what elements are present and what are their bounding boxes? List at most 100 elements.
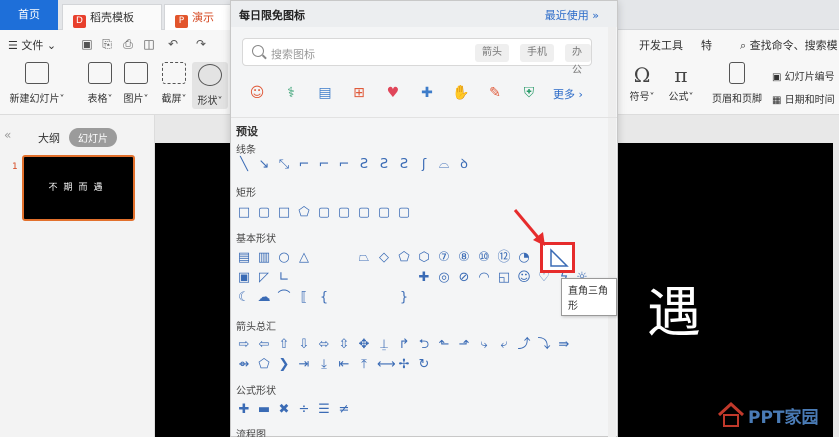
freeform-icon[interactable]: ⌓ [437, 158, 451, 172]
curved-connector-icon[interactable]: Ƨ [357, 158, 371, 172]
donut-icon[interactable]: ◎ [437, 271, 451, 285]
plus-icon[interactable]: ✚ [237, 403, 251, 417]
round-2-rect-icon[interactable]: ▢ [357, 206, 371, 220]
left-arrow-icon[interactable]: ⇦ [257, 338, 271, 352]
octagon-icon[interactable]: ⑧ [457, 251, 471, 265]
date-time-button[interactable]: ▦ 日期和时间 [772, 91, 835, 106]
curved-up-arrow-icon[interactable]: ⤴ [517, 338, 531, 352]
formula-button[interactable]: π 公式˅ [663, 62, 699, 103]
cross-icon[interactable]: ✚ [417, 271, 431, 285]
save-icon[interactable]: ▣ [80, 37, 94, 51]
elbow-double-arrow-icon[interactable]: ⌐ [337, 158, 351, 172]
undo-icon[interactable]: ↶ [166, 37, 180, 51]
pie-icon[interactable]: ◔ [517, 251, 531, 265]
arc-icon[interactable]: ⌒ [277, 291, 291, 305]
trapezoid-icon[interactable]: ⏢ [357, 251, 371, 265]
more-icons-link[interactable]: 更多 › [553, 86, 583, 102]
medical-door-icon[interactable]: ▤ [313, 81, 337, 105]
multiply-icon[interactable]: ✖ [277, 403, 291, 417]
preview-icon[interactable]: ◫ [142, 37, 156, 51]
medical-monitor-icon[interactable]: ⊞ [347, 81, 371, 105]
up-callout-arrow-icon[interactable]: ⤒ [357, 358, 371, 372]
pentagon-arrow-icon[interactable]: ⬠ [257, 358, 271, 372]
chip-phone[interactable]: 手机 [520, 44, 554, 62]
screenshot-button[interactable]: 截屏˅ [156, 62, 192, 105]
tab-document[interactable]: P演示文稿 [164, 4, 234, 50]
curved-double-arrow-icon[interactable]: Ƨ [397, 158, 411, 172]
half-frame-icon[interactable]: ◸ [257, 271, 271, 285]
rounded-rect-icon[interactable]: ▢ [257, 206, 271, 220]
l-shape-icon[interactable]: ∟ [277, 271, 291, 285]
u-turn-arrow-icon[interactable]: ⮌ [417, 338, 431, 352]
text-box-icon[interactable]: ▤ [237, 251, 251, 265]
striped-arrow-icon[interactable]: ⇛ [557, 338, 571, 352]
down-callout-arrow-icon[interactable]: ⤓ [317, 358, 331, 372]
nurse-icon[interactable]: ⚕ [279, 81, 303, 105]
round-same-rect-icon[interactable]: ▢ [397, 206, 411, 220]
curved-arrow-icon[interactable]: Ƨ [377, 158, 391, 172]
left-up-arrow-icon[interactable]: ⬑ [437, 338, 451, 352]
tab-templates[interactable]: D 稻壳模板 [62, 4, 162, 30]
chip-arrow[interactable]: 箭头 [475, 44, 509, 62]
table-button[interactable]: 表格˅ [82, 62, 118, 105]
chip-office[interactable]: 办公 [565, 44, 591, 76]
snip-rect-icon[interactable]: □ [277, 206, 291, 220]
quad-arrow-icon[interactable]: ✥ [357, 338, 371, 352]
export-icon[interactable]: ⎘ [100, 37, 114, 51]
dodecagon-icon[interactable]: ⑫ [497, 251, 511, 265]
slide-thumbnail[interactable]: 不期而遇 [22, 155, 135, 221]
snip-round-rect-icon[interactable]: ▢ [317, 206, 331, 220]
medical-report-icon[interactable]: ✚ [415, 81, 439, 105]
slide-text[interactable]: 遇 [647, 268, 701, 347]
left-right-arrow-icon[interactable]: ⬄ [317, 338, 331, 352]
redo-icon[interactable]: ↷ [194, 37, 208, 51]
elbow-arrow-icon[interactable]: ⌐ [317, 158, 331, 172]
collapse-pane-icon[interactable]: « [4, 128, 11, 142]
header-footer-button[interactable]: 页眉和页脚 [708, 62, 766, 105]
recent-used-link[interactable]: 最近使用 » [545, 7, 599, 23]
double-brace-icon[interactable]: { [317, 291, 331, 305]
round-diag-rect-icon[interactable]: ▢ [377, 206, 391, 220]
tab-dev-tools[interactable]: 开发工具 [639, 37, 683, 53]
minus-icon[interactable]: ▬ [257, 403, 271, 417]
tab-outline[interactable]: 大纲 [38, 130, 60, 146]
left-right-up-arrow-icon[interactable]: ⍊ [377, 338, 391, 352]
no-symbol-icon[interactable]: ⊘ [457, 271, 471, 285]
folded-corner-icon[interactable]: ◱ [497, 271, 511, 285]
equal-icon[interactable]: ☰ [317, 403, 331, 417]
curved-right-arrow-icon[interactable]: ⤷ [477, 338, 491, 352]
tab-slides[interactable]: 幻灯片 [69, 128, 117, 147]
shape-button[interactable]: 形状˅ [192, 62, 228, 109]
bent-up-arrow-icon[interactable]: ⬏ [457, 338, 471, 352]
vertical-text-box-icon[interactable]: ▥ [257, 251, 271, 265]
smiley-icon[interactable]: ☺ [517, 271, 531, 285]
search-command[interactable]: ⌕ 查找命令、搜索模 [740, 37, 838, 53]
new-slide-button[interactable]: 新建幻灯片˅ [6, 62, 68, 105]
icon-search-input[interactable]: 搜索图标 箭头 手机 办公 [242, 38, 592, 76]
chevron-icon[interactable]: ❯ [277, 358, 291, 372]
heart-icon[interactable]: ♡ [537, 271, 551, 285]
right-brace-icon[interactable]: } [397, 291, 411, 305]
down-arrow-icon[interactable]: ⇩ [297, 338, 311, 352]
medicine-hand-icon[interactable]: ✋ [449, 81, 473, 105]
rectangle-icon[interactable]: □ [237, 206, 251, 220]
slide-number-button[interactable]: ▣ 幻灯片编号 [772, 68, 835, 83]
block-arc-icon[interactable]: ◠ [477, 271, 491, 285]
idea-person-icon[interactable]: ☺ [245, 81, 269, 105]
divide-icon[interactable]: ÷ [297, 403, 311, 417]
curved-down-arrow-icon[interactable]: ⤵ [537, 338, 551, 352]
right-callout-arrow-icon[interactable]: ⇥ [297, 358, 311, 372]
left-callout-arrow-icon[interactable]: ⇤ [337, 358, 351, 372]
pentagon-icon[interactable]: ⬠ [397, 251, 411, 265]
curve-icon[interactable]: ʃ [417, 158, 431, 172]
right-arrow-icon[interactable]: ⇨ [237, 338, 251, 352]
tab-home[interactable]: 首页 [0, 0, 58, 30]
print-icon[interactable]: ⎙ [121, 37, 135, 51]
scribble-icon[interactable]: ꝺ [457, 158, 471, 172]
diamond-icon[interactable]: ◇ [377, 251, 391, 265]
arrow-line-icon[interactable]: ↘ [257, 158, 271, 172]
cloud-icon[interactable]: ☁ [257, 291, 271, 305]
double-bracket-icon[interactable]: ⟦ [297, 291, 311, 305]
decagon-icon[interactable]: ⑩ [477, 251, 491, 265]
round-1-rect-icon[interactable]: ▢ [337, 206, 351, 220]
